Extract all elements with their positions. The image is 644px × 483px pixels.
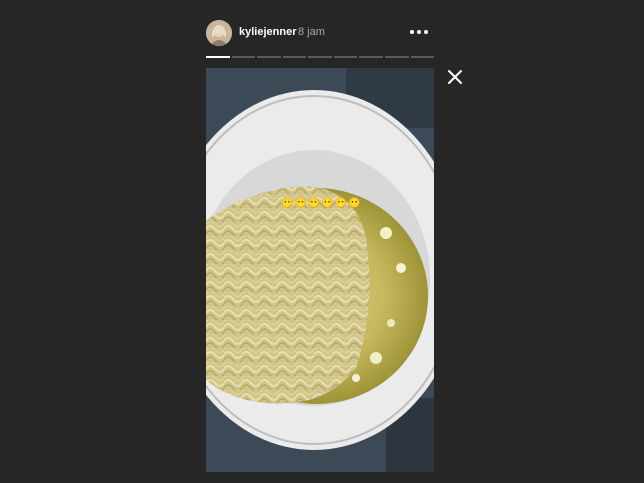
progress-segment [308,56,332,58]
progress-segment [333,56,358,58]
avatar-image [206,20,232,46]
avatar[interactable] [206,20,232,46]
progress-segment [257,56,281,58]
username[interactable]: kyliejenner [239,26,296,38]
progress-segment [231,56,256,58]
progress-segment [206,56,230,58]
story-progress-bar [206,56,435,58]
more-options-icon[interactable] [408,24,430,40]
story-media[interactable] [206,68,434,472]
story-header: kyliejenner 8 jam [206,20,434,46]
close-icon[interactable] [447,69,463,85]
emoji-sticker: 😶😶😶😶😶😶 [281,198,362,209]
progress-segment [410,56,435,58]
progress-segment [282,56,307,58]
progress-segment [384,56,409,58]
noodle-bowl-image [206,68,434,472]
progress-segment [359,56,383,58]
post-time: 8 jam [298,26,325,38]
